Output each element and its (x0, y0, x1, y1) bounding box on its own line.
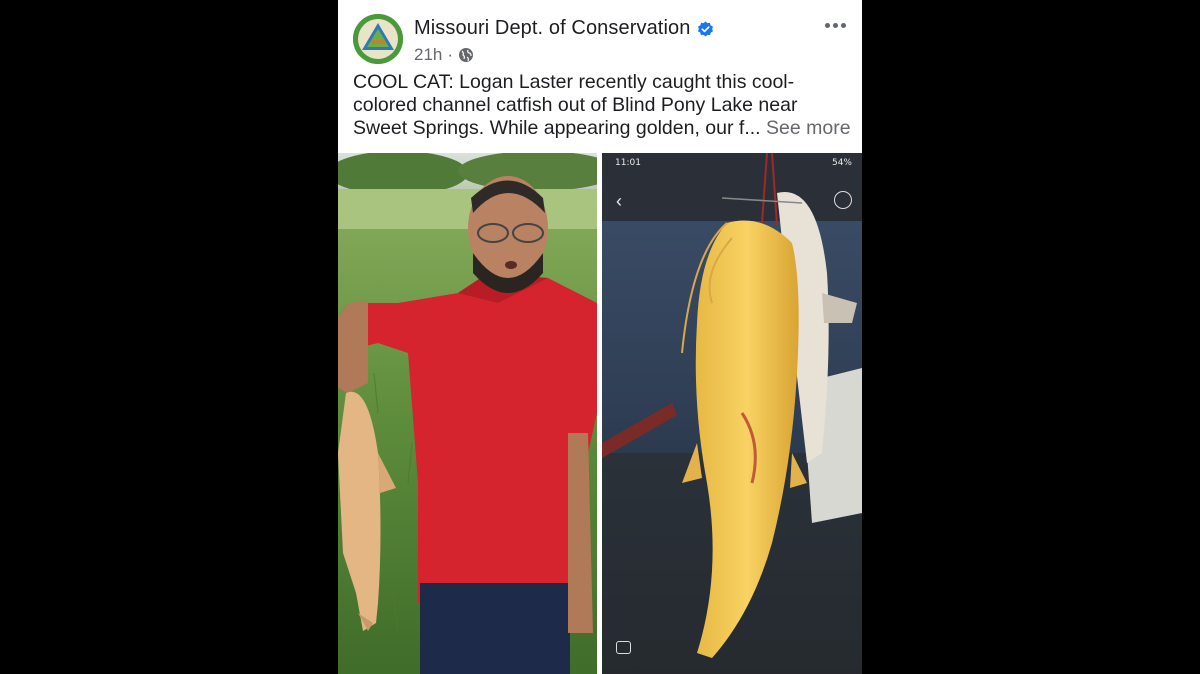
post-meta: 21h · (414, 45, 474, 65)
phone-time: 11:01 (615, 158, 641, 168)
page-name-link[interactable]: Missouri Dept. of Conservation (414, 17, 690, 40)
screenshot-icon (616, 641, 631, 654)
caption-line-3-text: Sweet Springs. While appearing golden, o… (353, 117, 761, 139)
caption-line-2: colored channel catfish out of Blind Pon… (353, 94, 798, 116)
post-header: Missouri Dept. of Conservation 21h · (338, 0, 862, 70)
facebook-post: Missouri Dept. of Conservation 21h · COO… (338, 0, 862, 674)
phone-status-bar: 11:01 54% (602, 153, 862, 173)
see-more-link[interactable]: See more (766, 117, 851, 139)
rotate-icon (834, 191, 852, 209)
more-options-icon[interactable] (822, 12, 848, 38)
photo-catfish-closeup[interactable]: 11:01 54% ‹ (602, 153, 862, 674)
post-time[interactable]: 21h (414, 45, 442, 65)
photo-man-with-catfish[interactable] (338, 153, 597, 674)
globe-icon (459, 48, 474, 62)
back-arrow-icon: ‹ (616, 191, 622, 211)
page-avatar[interactable] (353, 14, 403, 64)
phone-battery: 54% (831, 158, 852, 168)
meta-separator: · (447, 45, 454, 64)
mdc-logo (353, 14, 403, 64)
verified-badge-icon (698, 21, 713, 37)
caption-line-1: COOL CAT: Logan Laster recently caught t… (353, 71, 795, 93)
caption-line-3: Sweet Springs. While appearing golden, o… (353, 117, 853, 140)
post-caption: COOL CAT: Logan Laster recently caught t… (353, 71, 853, 140)
